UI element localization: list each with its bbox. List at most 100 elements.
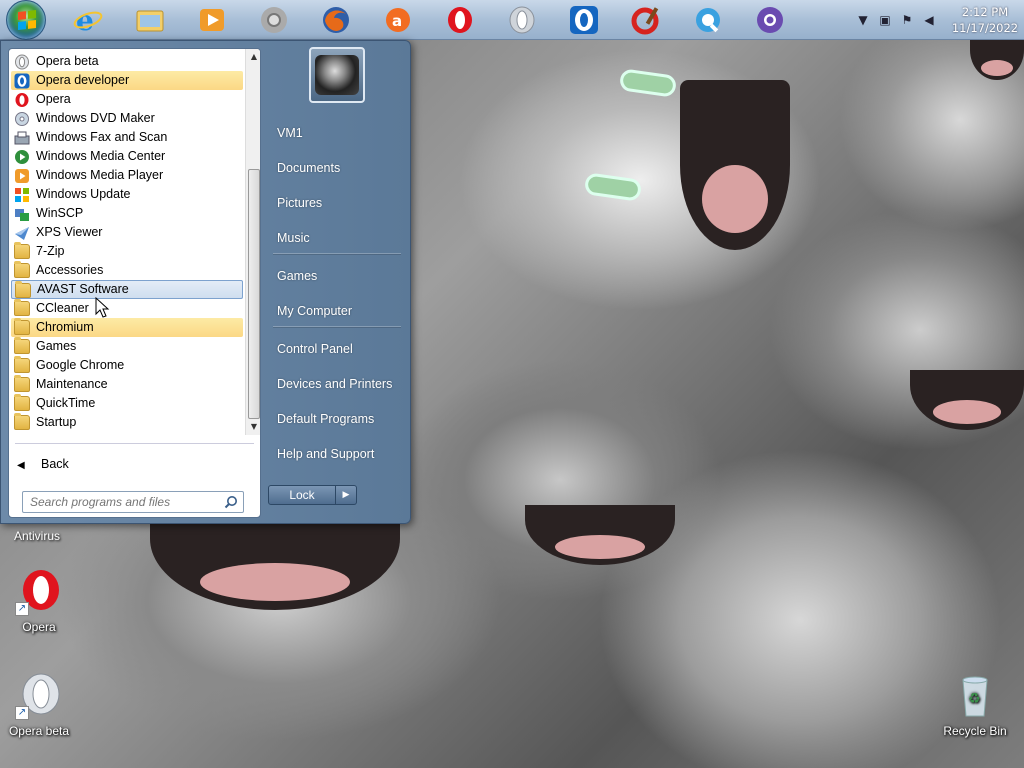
program-item[interactable]: AVAST Software: [11, 280, 243, 299]
show-hidden-icons-icon[interactable]: ▼: [854, 12, 872, 28]
taskbar-quicktime[interactable]: [692, 4, 724, 36]
program-item[interactable]: 7-Zip: [11, 242, 243, 261]
program-item[interactable]: Windows Media Player: [11, 166, 243, 185]
taskbar-explorer[interactable]: [134, 4, 166, 36]
desktop-icon-opera-beta[interactable]: ↗ Opera beta: [1, 672, 77, 738]
program-item[interactable]: Startup: [11, 413, 243, 432]
opera-icon: [14, 92, 30, 107]
back-button[interactable]: ◀ Back: [17, 453, 69, 475]
taskbar-chromium[interactable]: [754, 4, 786, 36]
program-item-label: Maintenance: [36, 377, 108, 391]
documents-link[interactable]: Documents: [269, 156, 405, 180]
taskbar-opera-beta[interactable]: [506, 4, 538, 36]
program-item[interactable]: Chromium: [11, 318, 243, 337]
search-box[interactable]: [22, 491, 244, 513]
taskbar-internet-explorer[interactable]: e: [72, 4, 104, 36]
search-icon[interactable]: [224, 495, 238, 509]
program-item-label: CCleaner: [36, 301, 89, 315]
taskbar-opera[interactable]: [444, 4, 476, 36]
taskbar-chrome[interactable]: [258, 4, 290, 36]
wallpaper-mouth: [150, 515, 400, 610]
program-item[interactable]: XPS Viewer: [11, 223, 243, 242]
control-panel-link[interactable]: Control Panel: [269, 337, 405, 361]
program-item-label: Games: [36, 339, 77, 353]
program-item-label: AVAST Software: [37, 282, 129, 296]
program-item[interactable]: Opera developer: [11, 71, 243, 90]
ccleaner-icon: [631, 7, 659, 35]
user-picture[interactable]: [309, 47, 365, 103]
program-list: Opera beta Opera developer Opera Windows DV…: [9, 49, 245, 435]
pictures-link[interactable]: Pictures: [269, 191, 405, 215]
program-item[interactable]: Windows Update: [11, 185, 243, 204]
lock-button[interactable]: Lock: [268, 485, 336, 505]
music-link[interactable]: Music: [269, 226, 405, 250]
program-item[interactable]: Maintenance: [11, 375, 243, 394]
program-item-label: Startup: [36, 415, 77, 429]
default-programs-link[interactable]: Default Programs: [269, 407, 405, 431]
chromium-icon: [757, 7, 783, 33]
search-input[interactable]: [23, 492, 219, 512]
windows-logo-icon: [18, 10, 36, 30]
program-item[interactable]: Games: [11, 337, 243, 356]
scroll-thumb[interactable]: [248, 169, 260, 419]
scroll-up-icon[interactable]: ▲: [246, 49, 260, 65]
taskbar: e a ▼ ▣ ⚑ ◀ 2:12 PM 11/17/2022: [0, 0, 1024, 40]
right-pane: VM1 Documents Pictures Music Games My Compute…: [263, 41, 412, 525]
opera-beta-icon: [14, 54, 30, 70]
system-tray: ▼ ▣ ⚑ ◀ 2:12 PM 11/17/2022: [854, 0, 1024, 40]
volume-icon[interactable]: ◀: [920, 12, 938, 28]
clock-time: 2:12 PM: [961, 5, 1009, 19]
firefox-icon: [323, 7, 349, 33]
desktop-icon-opera-label: Opera: [22, 620, 56, 634]
program-item[interactable]: Windows Fax and Scan: [11, 128, 243, 147]
program-item[interactable]: Accessories: [11, 261, 243, 280]
opera-developer-icon: [570, 6, 598, 34]
program-item[interactable]: QuickTime: [11, 394, 243, 413]
mouse-cursor-icon: [95, 297, 110, 318]
program-item[interactable]: Windows DVD Maker: [11, 109, 243, 128]
program-item[interactable]: Windows Media Center: [11, 147, 243, 166]
taskbar-opera-developer[interactable]: [568, 4, 600, 36]
scroll-down-icon[interactable]: ▼: [246, 419, 260, 435]
program-item-label: XPS Viewer: [36, 225, 103, 239]
program-item[interactable]: CCleaner: [11, 299, 243, 318]
wallpaper-mouth: [680, 80, 790, 250]
dvd-maker-icon: [14, 111, 30, 126]
desktop-icon-opera-beta-label: Opera beta: [8, 724, 70, 738]
program-item-label: 7-Zip: [36, 244, 65, 258]
wallpaper-mouth: [970, 40, 1024, 80]
start-button[interactable]: [6, 0, 46, 40]
desktop-icon-opera[interactable]: ↗ Opera: [1, 568, 77, 634]
program-item-label: Windows Update: [36, 187, 131, 201]
taskbar-firefox[interactable]: [320, 4, 352, 36]
program-item-label: Windows Fax and Scan: [36, 130, 168, 144]
clock[interactable]: 2:12 PM 11/17/2022: [946, 4, 1024, 36]
program-list-scrollbar[interactable]: ▲ ▼: [245, 49, 260, 435]
action-center-flag-icon[interactable]: ⚑: [898, 12, 916, 28]
svg-text:♻: ♻: [968, 691, 981, 707]
taskbar-media-player[interactable]: [196, 4, 228, 36]
program-item[interactable]: WinSCP: [11, 204, 243, 223]
wallpaper-mouth: [910, 370, 1024, 430]
user-folder-link[interactable]: VM1: [269, 121, 405, 145]
wallpaper-eye: [618, 68, 678, 98]
help-support-link[interactable]: Help and Support: [269, 442, 405, 466]
taskbar-ccleaner[interactable]: [630, 4, 662, 36]
program-item-label: Chromium: [36, 320, 94, 334]
program-item[interactable]: Opera: [11, 90, 243, 109]
devices-printers-link[interactable]: Devices and Printers: [269, 372, 405, 396]
taskbar-avast[interactable]: a: [382, 4, 414, 36]
desktop-icon-recycle-bin[interactable]: ♻ Recycle Bin: [937, 672, 1013, 738]
program-item-label: Windows Media Center: [36, 149, 166, 163]
program-item-label: Google Chrome: [36, 358, 125, 372]
games-link[interactable]: Games: [269, 264, 405, 288]
my-computer-link[interactable]: My Computer: [269, 299, 405, 323]
media-player-icon: [14, 168, 30, 183]
shutdown-options-button[interactable]: ▶: [336, 485, 357, 505]
desktop-icon-antivirus-label[interactable]: Antivirus: [14, 529, 60, 543]
recycle-bin-icon: ♻: [951, 672, 999, 720]
program-item[interactable]: Google Chrome: [11, 356, 243, 375]
network-icon[interactable]: ▣: [876, 12, 894, 28]
desktop-icon-recycle-bin-label: Recycle Bin: [943, 724, 1007, 738]
program-item[interactable]: Opera beta: [11, 52, 243, 71]
